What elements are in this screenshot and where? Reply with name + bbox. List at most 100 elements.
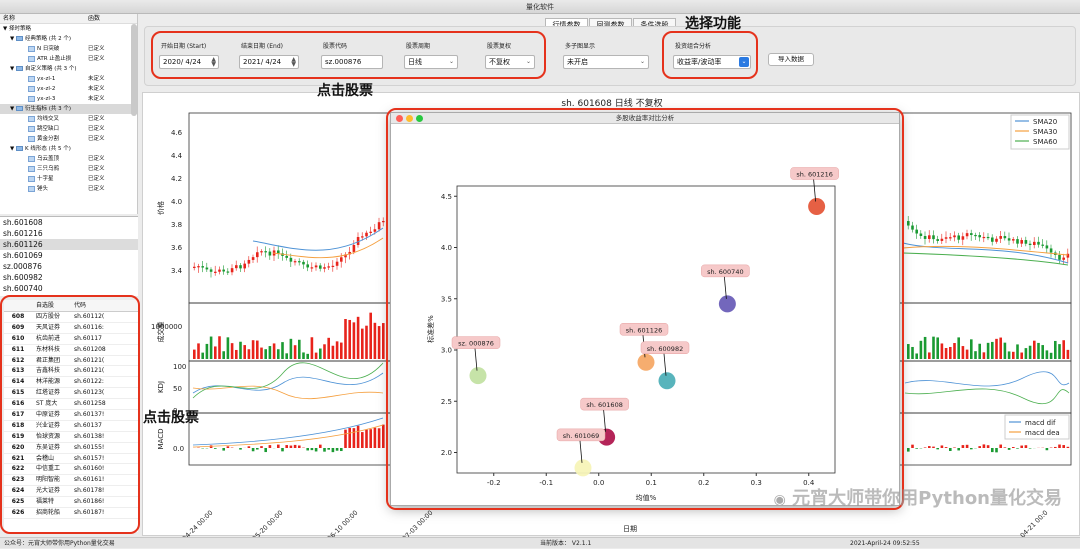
volume-bar [323,344,326,359]
code-list-item[interactable]: sh.601216 [0,228,138,239]
macd-bar [953,447,956,448]
macd-bar [962,445,965,448]
tree-item[interactable]: 三只乌鸦已定义 [0,164,137,174]
tree-scrollbar[interactable] [131,24,137,116]
volume-bar [193,350,196,359]
volume-bar [311,337,314,359]
macd-bar [1008,448,1011,450]
tree-item[interactable]: 跳空缺口已定义 [0,124,137,134]
tree-item-label: 自定义策略 (共 3 个) [25,66,77,72]
watchlist-highlight [0,295,140,534]
volume-bar [231,343,234,359]
price-tick-label: 4.0 [171,198,182,206]
macd-bar [924,447,927,448]
macd-bar [915,448,918,449]
volume-bar [932,337,935,359]
macd-bar [369,429,372,448]
volume-bar [248,349,251,359]
macd-bar [327,448,330,450]
tree-group[interactable]: ▼ 经典策略 (共 2 个) [0,34,137,44]
macd-bar [214,448,217,449]
volume-bar [277,349,280,359]
tree-item[interactable]: 乌云盖顶 已定义 [0,154,137,164]
candle [206,268,209,270]
candle [978,235,981,237]
status-bar: 公众号：元宵大师带你用Python量化交易 当前版本： V2.1.1 2021-… [0,537,1080,548]
import-data-button[interactable]: 导入数据 [768,53,814,66]
tree-root-label: ▼ 择时策略 [3,24,31,34]
stock-code-list[interactable]: sh.601608sh.601216sh.601126sh.601069sz.0… [0,216,138,296]
tree-item[interactable]: yx-zl-2未定义 [0,84,137,94]
code-list-item[interactable]: sh.600982 [0,272,138,283]
tree-item[interactable]: 十字星已定义 [0,174,137,184]
candle [974,235,977,236]
file-icon [28,156,35,162]
volume-bar [361,329,364,359]
macd-bar [1029,448,1032,449]
macd-bar [374,428,377,448]
candle [1020,240,1023,244]
folder-icon [16,36,23,41]
tree-group[interactable]: ▼ 自定义策略 (共 3 个) [0,64,137,74]
volume-bar [1067,350,1070,359]
volume-bar [1062,340,1065,359]
code-list-item[interactable]: sh.601126 [0,239,138,250]
candle [340,257,343,261]
tree-item-type: 已定义 [88,114,105,124]
macd-bar [382,425,385,448]
annotation-click-stock-left: 点击股票 [143,407,199,427]
macd-bar [1012,447,1015,448]
code-list-item[interactable]: sz.000876 [0,261,138,272]
tree-item[interactable]: yx-zl-1未定义 [0,74,137,84]
tree-group[interactable]: ▼ K 线形态 (共 5 个) [0,144,137,154]
candle [374,229,377,231]
volume-bar [991,342,994,359]
tree-item-label: K 线形态 (共 5 个) [25,146,71,152]
volume-bar [941,343,944,359]
tree-item-label: 乌云盖顶 [37,156,59,162]
folder-icon [16,146,23,151]
macd-bar [365,430,368,448]
candle [1012,239,1015,240]
kdj-k-line [193,373,383,393]
macd-bar [970,448,973,449]
tree-root[interactable]: ▼ 择时策略 [0,24,137,34]
tree-group[interactable]: ▼ 衍生指标 (共 3 个) [0,104,137,114]
volume-bar [987,343,990,359]
volume-bar [197,343,200,359]
macd-bar [983,444,986,448]
macd-bar [1020,446,1023,448]
strategy-tree[interactable]: 名称 函数 ▼ 择时策略 ▼ 经典策略 (共 2 个)N 日突破已定义ATR 止… [0,14,138,214]
status-version: 当前版本： V2.1.1 [540,538,591,549]
candle [941,239,944,241]
macd-bar [932,447,935,448]
candle [924,236,927,239]
file-icon [28,116,35,122]
volume-bar [281,342,284,359]
macd-bar [344,430,347,448]
code-list-item[interactable]: sh.601608 [0,217,138,228]
tree-item[interactable]: yx-zl-3未定义 [0,94,137,104]
tree-item[interactable]: 锤头已定义 [0,184,137,194]
macd-bar [311,448,314,450]
code-list-item[interactable]: sh.601069 [0,250,138,261]
candle [243,264,246,269]
tree-item[interactable]: N 日突破已定义 [0,44,137,54]
kdj-j-line-right [905,389,1069,404]
y-axis-label: MACD [157,429,165,450]
tree-item[interactable]: 均线交叉已定义 [0,114,137,124]
subplot-select[interactable]: 未开启⌄ [563,55,649,69]
volume-bar [949,347,952,359]
code-list-item[interactable]: sh.600740 [0,283,138,294]
macd-bar [1025,445,1028,448]
candle [1058,255,1061,260]
volume-bar [1058,344,1061,359]
candle [214,272,217,273]
price-tick-label: 3.8 [171,221,182,229]
volume-bar [382,323,385,359]
popup-highlight [386,108,904,510]
tree-item[interactable]: ATR 止盈止损已定义 [0,54,137,64]
tree-item[interactable]: 黄金分割已定义 [0,134,137,144]
tree-item-type: 已定义 [88,154,105,164]
candle [1029,244,1032,245]
